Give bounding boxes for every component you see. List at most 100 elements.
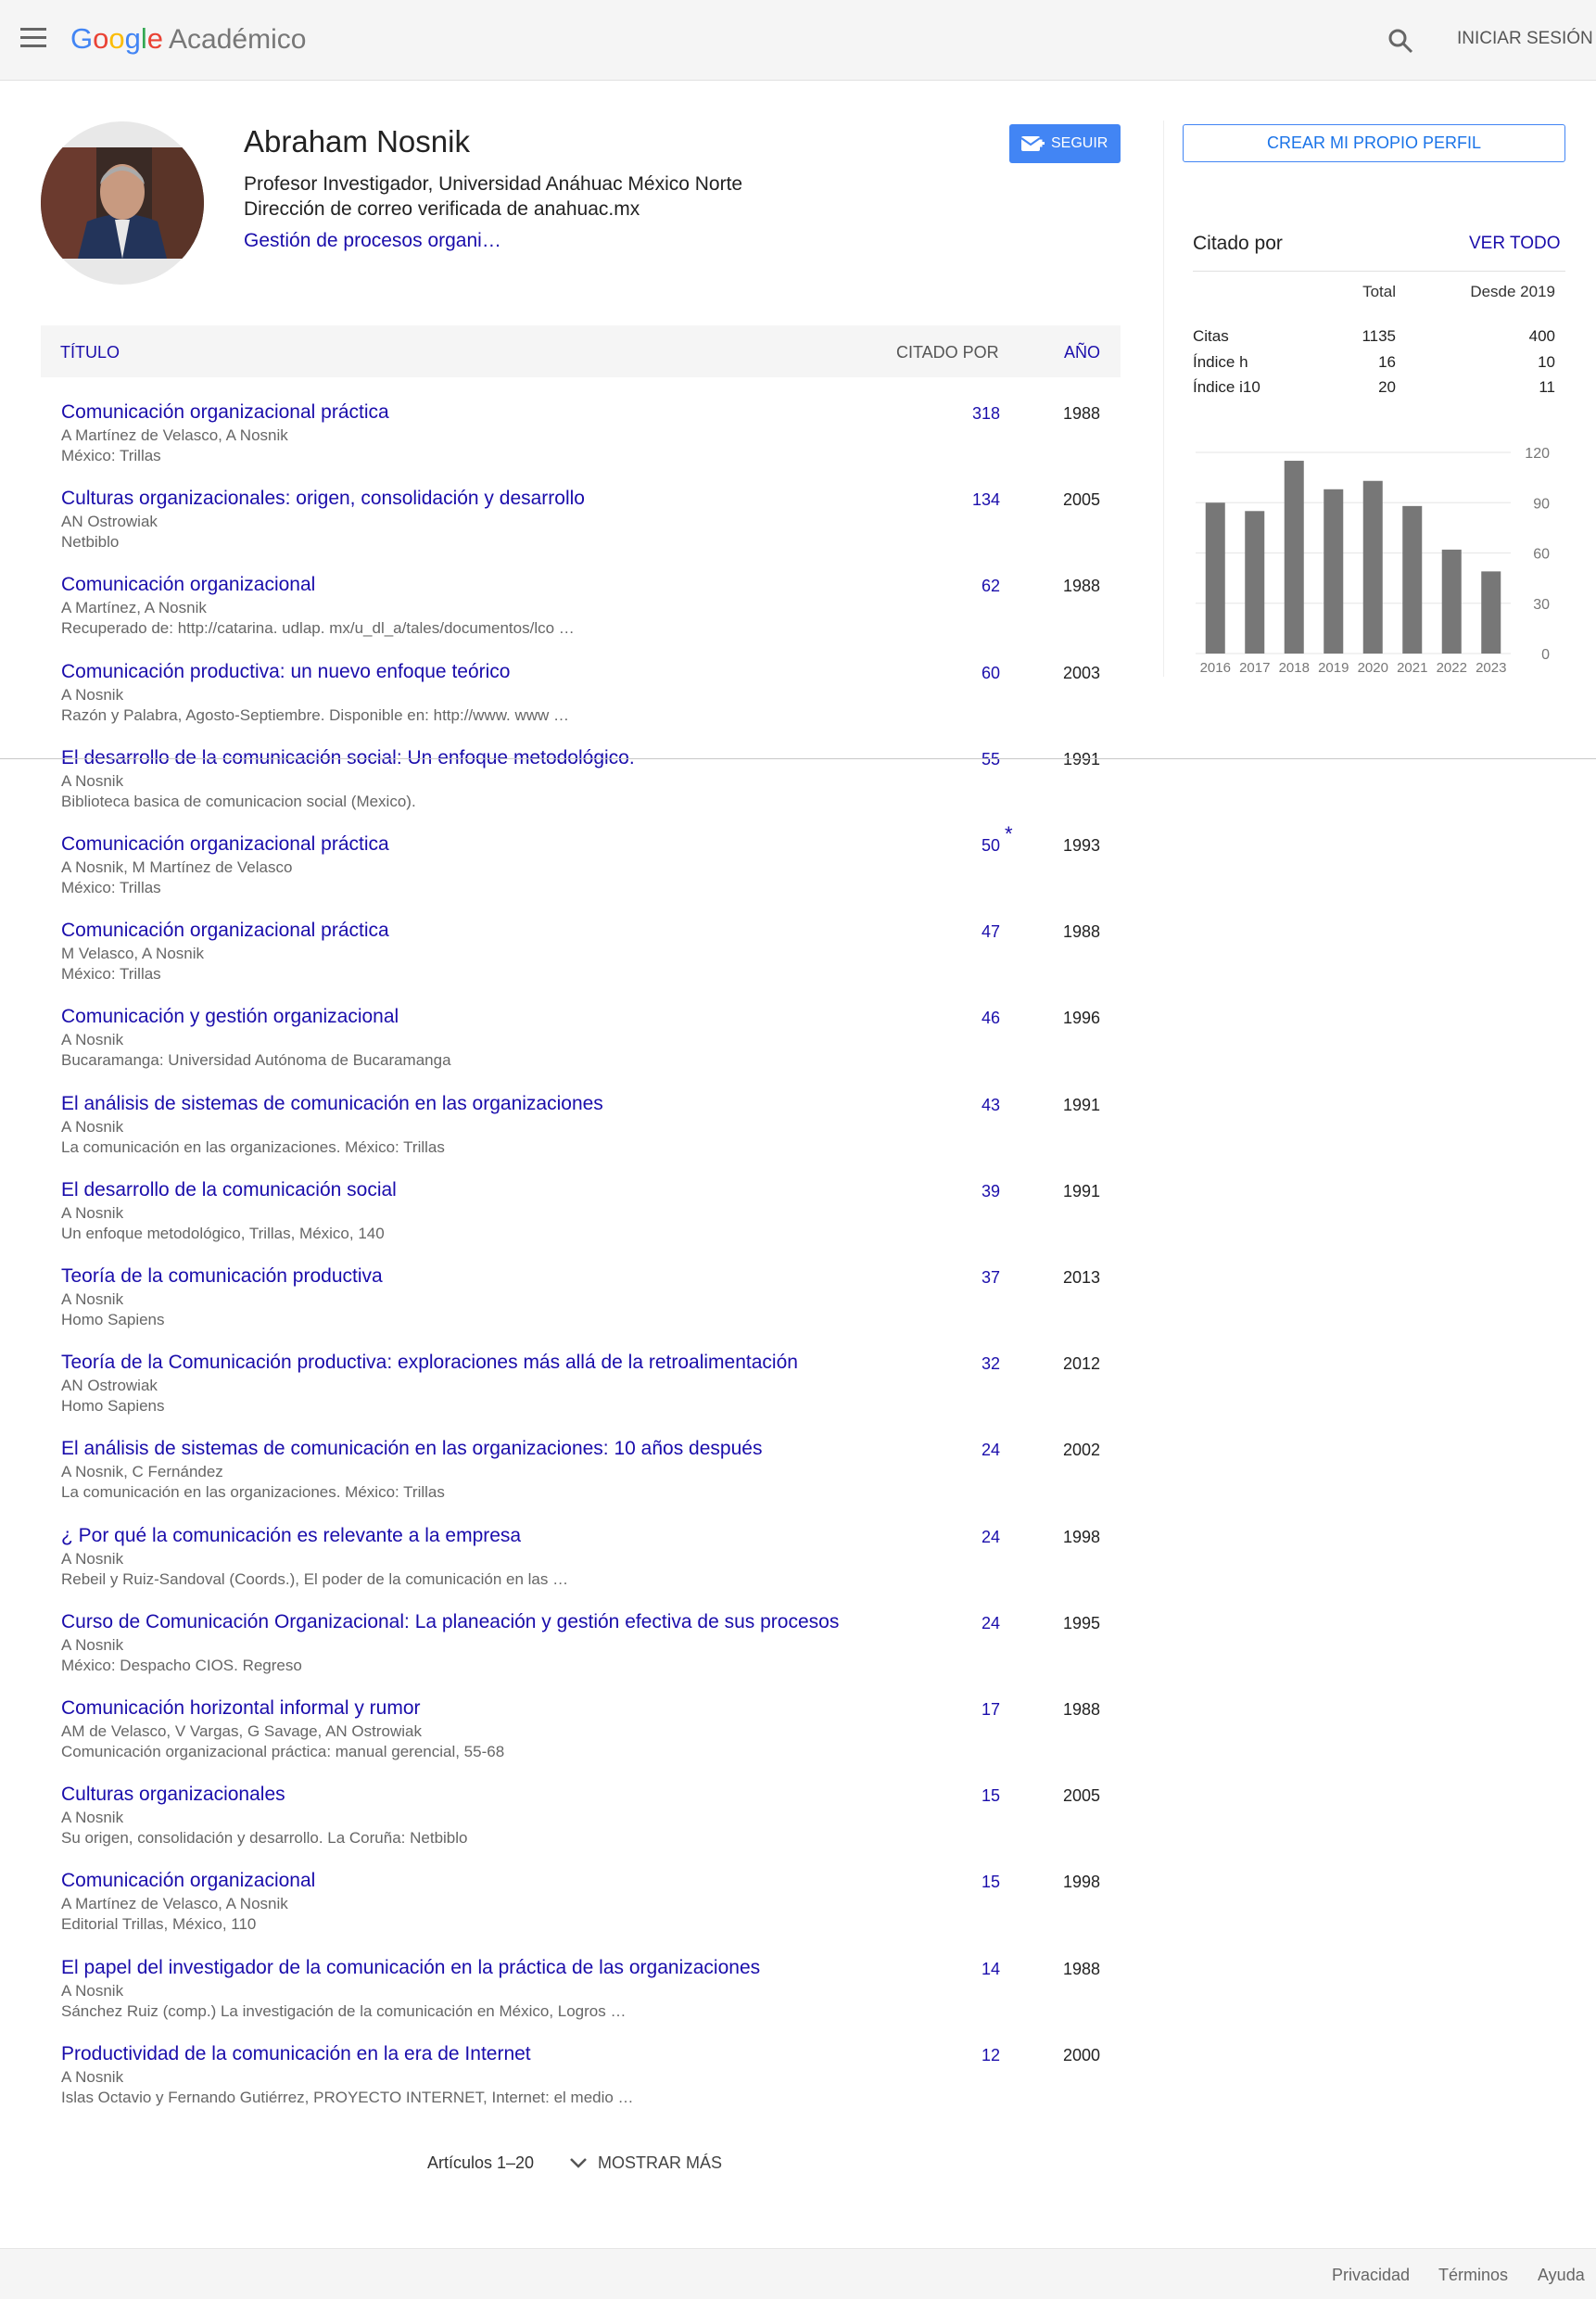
histogram-bar[interactable] (1324, 489, 1344, 654)
article-title-link[interactable]: ¿ Por qué la comunicación es relevante a… (61, 1525, 521, 1547)
article-title-link[interactable]: Comunicación y gestión organizacional (61, 1006, 399, 1028)
cited-count-link[interactable]: 24 (982, 1528, 1000, 1547)
cited-count-link[interactable]: 37 (982, 1268, 1000, 1288)
sort-year-header[interactable]: AÑO (1064, 343, 1100, 362)
article-title-link[interactable]: Teoría de la comunicación productiva (61, 1265, 383, 1288)
page-divider-line (0, 758, 1596, 759)
cited-count-link[interactable]: 14 (982, 1960, 1000, 1979)
article-venue: Netbiblo (61, 533, 120, 552)
article-title-link[interactable]: Culturas organizacionales (61, 1784, 285, 1806)
stat-total: 20 (1378, 378, 1396, 396)
sort-title-header[interactable]: TÍTULO (60, 343, 120, 362)
article-title-link[interactable]: Curso de Comunicación Organizacional: La… (61, 1611, 839, 1633)
cited-count-link[interactable]: 62 (982, 577, 1000, 596)
privacy-link[interactable]: Privacidad (1332, 2266, 1410, 2285)
article-venue: México: Trillas (61, 879, 161, 896)
cited-count-link[interactable]: 39 (982, 1182, 1000, 1201)
view-all-link[interactable]: VER TODO (1469, 234, 1561, 254)
article-year: 2002 (1063, 1441, 1101, 1460)
y-tick-label: 60 (1533, 547, 1550, 563)
cited-count-link[interactable]: 43 (982, 1096, 1000, 1115)
table-row: Comunicación organizacional práctica M Ve… (41, 920, 1121, 1006)
article-venue: Biblioteca basica de comunicacion social… (61, 792, 416, 810)
article-title-link[interactable]: Teoría de la Comunicación productiva: ex… (61, 1352, 798, 1374)
cited-count-link[interactable]: 60 (982, 664, 1000, 683)
article-title-link[interactable]: Comunicación organizacional (61, 1870, 315, 1892)
cited-count-link[interactable]: 318 (972, 404, 1000, 424)
article-title-link[interactable]: El papel del investigador de la comunica… (61, 1957, 760, 1979)
histogram-bar[interactable] (1284, 461, 1304, 654)
terms-link[interactable]: Términos (1438, 2266, 1508, 2285)
article-title-link[interactable]: El análisis de sistemas de comunicación … (61, 1093, 603, 1115)
table-row: Comunicación horizontal informal y rumor… (41, 1697, 1121, 1784)
article-venue: Sánchez Ruiz (comp.) La investigación de… (61, 2001, 627, 2020)
cited-count-link[interactable]: 12 (982, 2046, 1000, 2065)
follow-button[interactable]: SEGUIR (1009, 124, 1121, 163)
histogram-bar[interactable] (1245, 511, 1265, 654)
cited-count-link[interactable]: 15 (982, 1873, 1000, 1892)
article-title-link[interactable]: Comunicación productiva: un nuevo enfoqu… (61, 661, 510, 683)
cited-count-link[interactable]: 24 (982, 1441, 1000, 1460)
table-row: Culturas organizacionales: origen, conso… (41, 488, 1121, 574)
article-title-link[interactable]: El análisis de sistemas de comunicación … (61, 1438, 762, 1460)
cited-count-link[interactable]: 24 (982, 1614, 1000, 1633)
profile-interest-link[interactable]: Gestión de procesos organi… (244, 230, 501, 252)
article-title-link[interactable]: Comunicación horizontal informal y rumor (61, 1697, 421, 1720)
search-icon[interactable] (1387, 27, 1414, 55)
article-title-link[interactable]: Productividad de la comunicación en la e… (61, 2043, 531, 2065)
x-tick-label: 2016 (1200, 660, 1231, 676)
stats-col-total: Total (1362, 283, 1396, 300)
create-profile-button[interactable]: CREAR MI PROPIO PERFIL (1183, 124, 1565, 162)
article-venue: Comunicación organizacional práctica: ma… (61, 1743, 505, 1760)
histogram-bar[interactable] (1362, 480, 1383, 654)
article-authors: A Nosnik (61, 1635, 124, 1654)
menu-icon[interactable] (20, 28, 48, 50)
article-year: 2013 (1063, 1268, 1101, 1287)
cited-count-link[interactable]: 46 (982, 1009, 1000, 1028)
article-authors: A Nosnik (61, 771, 124, 790)
cited-count-link[interactable]: 15 (982, 1786, 1000, 1806)
article-title-link[interactable]: Comunicación organizacional práctica (61, 920, 389, 942)
table-row: Comunicación y gestión organizacional A N… (41, 1006, 1121, 1092)
profile-name: Abraham Nosnik (244, 124, 470, 159)
article-year: 1998 (1063, 1873, 1101, 1892)
cited-count-link[interactable]: 17 (982, 1700, 1000, 1720)
article-venue: México: Trillas (61, 447, 161, 464)
table-row: Curso de Comunicación Organizacional: La… (41, 1611, 1121, 1697)
table-row: Teoría de la Comunicación productiva: ex… (41, 1352, 1121, 1438)
histogram-bar[interactable] (1441, 549, 1462, 654)
signin-link[interactable]: INICIAR SESIÓN (1457, 29, 1593, 49)
cited-by-header[interactable]: CITADO POR (896, 343, 999, 362)
article-year: 2003 (1063, 663, 1101, 682)
article-title-link[interactable]: Comunicación organizacional (61, 574, 315, 596)
stat-since: 11 (1539, 378, 1555, 396)
cited-count-link[interactable]: 50 (982, 836, 1000, 856)
cited-count-link[interactable]: 32 (982, 1354, 1000, 1374)
histogram-bar[interactable] (1481, 571, 1501, 654)
footer: Privacidad Términos Ayuda (0, 2248, 1596, 2299)
show-more-button[interactable]: MOSTRAR MÁS (569, 2153, 722, 2173)
article-authors: A Nosnik (61, 1981, 124, 2000)
article-title-link[interactable]: Comunicación organizacional práctica (61, 401, 389, 424)
cited-count-link[interactable]: 47 (982, 922, 1000, 942)
article-title-link[interactable]: Culturas organizacionales: origen, conso… (61, 488, 585, 510)
table-row: ¿ Por qué la comunicación es relevante a… (41, 1525, 1121, 1611)
cited-count-link[interactable]: 134 (972, 490, 1000, 510)
article-venue: Recuperado de: http://catarina. udlap. m… (61, 619, 575, 638)
article-authors: A Nosnik (61, 685, 124, 704)
profile-email: Dirección de correo verificada de anahua… (244, 198, 640, 220)
article-title-link[interactable]: Comunicación organizacional práctica (61, 833, 389, 856)
merged-citations-star[interactable]: * (1005, 822, 1013, 846)
scholar-logo[interactable]: Google Académico (70, 22, 306, 56)
cited-count-link[interactable]: 55 (982, 750, 1000, 769)
article-authors: A Nosnik, C Fernández (61, 1463, 223, 1481)
table-row: Teoría de la comunicación productiva A No… (41, 1265, 1121, 1352)
histogram-bar[interactable] (1402, 505, 1423, 654)
article-year: 1991 (1063, 749, 1101, 768)
histogram-bar[interactable] (1205, 502, 1225, 654)
help-link[interactable]: Ayuda (1538, 2266, 1585, 2285)
article-year: 1998 (1063, 1527, 1101, 1546)
article-title-link[interactable]: El desarrollo de la comunicación social (61, 1179, 397, 1201)
x-tick-label: 2019 (1318, 660, 1349, 676)
stat-since: 10 (1538, 352, 1555, 371)
